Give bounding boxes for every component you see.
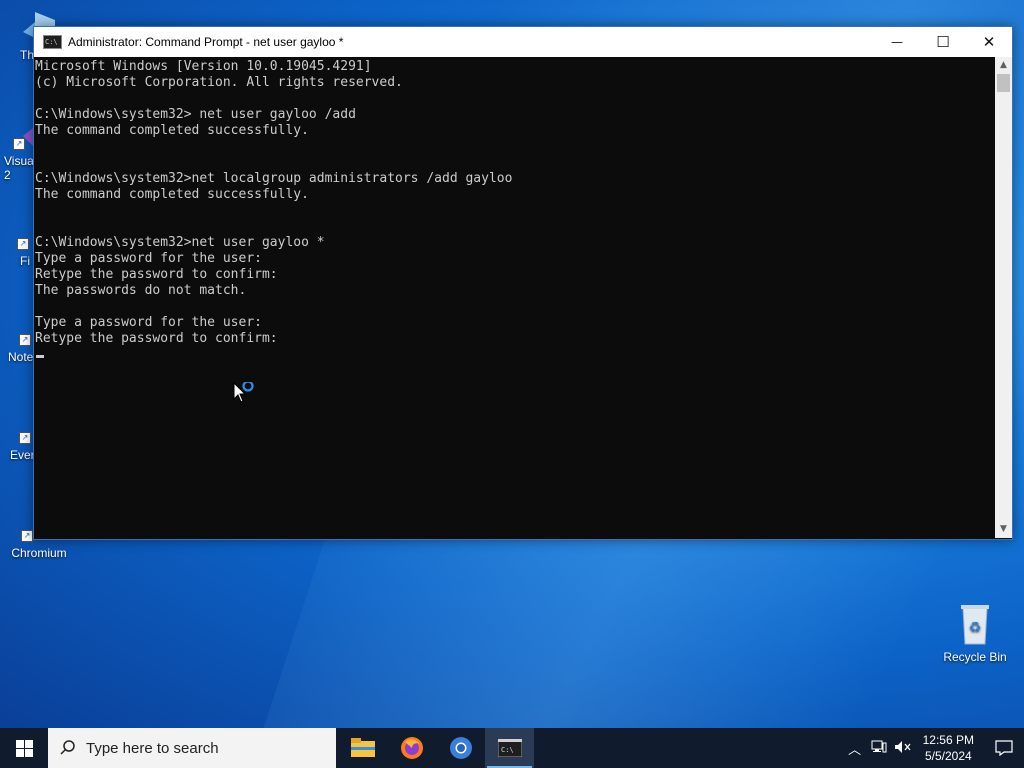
taskbar-command-prompt[interactable]: C:\ — [485, 728, 534, 768]
console-line: Retype the password to confirm: — [35, 331, 278, 346]
console-line: Type a password for the user: — [35, 315, 262, 330]
console-line: The command completed successfully. — [35, 123, 309, 138]
system-tray: ︿ 12:56 PM 5/5/2024 — [843, 728, 1024, 768]
svg-text:C:\: C:\ — [501, 746, 514, 754]
shortcut-arrow-icon: ↗ — [17, 238, 29, 250]
minimize-button[interactable]: — — [874, 27, 920, 57]
shortcut-arrow-icon: ↗ — [19, 432, 31, 444]
taskbar-clock[interactable]: 12:56 PM 5/5/2024 — [923, 732, 974, 764]
firefox-icon — [400, 737, 423, 759]
search-placeholder: Type here to search — [86, 739, 219, 757]
command-prompt-icon: C:\ — [497, 739, 522, 757]
network-icon[interactable] — [867, 740, 891, 757]
taskbar-chromium[interactable] — [436, 728, 485, 768]
scroll-thumb[interactable] — [997, 74, 1010, 92]
taskbar-file-explorer[interactable] — [338, 728, 387, 768]
chromium-icon — [449, 737, 472, 759]
text-cursor — [36, 355, 44, 358]
console-line: C:\Windows\system32> net user gayloo /ad… — [35, 107, 356, 122]
start-button[interactable] — [0, 728, 48, 768]
chevron-up-icon[interactable]: ︿ — [843, 739, 867, 758]
file-explorer-icon — [350, 738, 375, 757]
maximize-button[interactable]: ☐ — [920, 27, 966, 57]
shortcut-arrow-icon: ↗ — [19, 334, 31, 346]
volume-muted-icon[interactable] — [891, 740, 915, 757]
console-line: Retype the password to confirm: — [35, 267, 278, 282]
console-line: The passwords do not match. — [35, 283, 247, 298]
console-line: C:\Windows\system32>net user gayloo * — [35, 235, 325, 250]
mouse-pointer-busy-icon — [233, 380, 259, 410]
search-icon — [60, 740, 75, 755]
command-prompt-window[interactable]: C:\ Administrator: Command Prompt - net … — [33, 26, 1013, 540]
vertical-scrollbar[interactable]: ▲ ▼ — [995, 57, 1012, 538]
console-line: Type a password for the user: — [35, 251, 262, 266]
console-line: The command completed successfully. — [35, 187, 309, 202]
scroll-down-icon[interactable]: ▼ — [995, 521, 1012, 538]
taskbar: Type here to search C:\ ︿ 12:56 PM 5/5/2 — [0, 728, 1024, 768]
svg-text:♻: ♻ — [969, 620, 982, 636]
shortcut-arrow-icon: ↗ — [13, 138, 25, 150]
command-prompt-icon: C:\ — [43, 35, 62, 49]
desktop-icon-recycle-bin[interactable]: ♻ Recycle Bin — [940, 602, 1010, 664]
title-bar[interactable]: C:\ Administrator: Command Prompt - net … — [34, 27, 1012, 57]
clock-time: 12:56 PM — [922, 733, 974, 747]
action-center-button[interactable] — [984, 728, 1024, 768]
minimize-icon: — — [891, 35, 903, 49]
recycle-bin-icon: ♻ — [955, 602, 995, 646]
shortcut-arrow-icon: ↗ — [21, 530, 33, 542]
console-lines: Microsoft Windows [Version 10.0.19045.42… — [34, 59, 995, 347]
taskbar-firefox[interactable] — [387, 728, 436, 768]
desktop-icon-label: Chromium — [11, 546, 67, 560]
taskbar-search-box[interactable]: Type here to search — [48, 728, 336, 768]
notification-icon — [995, 740, 1013, 756]
maximize-icon: ☐ — [936, 33, 950, 51]
console-output[interactable]: Microsoft Windows [Version 10.0.19045.42… — [34, 57, 995, 538]
close-button[interactable]: ✕ — [966, 27, 1012, 57]
console-line: C:\Windows\system32>net localgroup admin… — [35, 171, 513, 186]
clock-date: 5/5/2024 — [924, 749, 972, 763]
window-title: Administrator: Command Prompt - net user… — [68, 35, 344, 49]
recycle-bin-label: Recycle Bin — [943, 650, 1007, 664]
console-line: (c) Microsoft Corporation. All rights re… — [35, 75, 403, 90]
console-line: Microsoft Windows [Version 10.0.19045.42… — [35, 59, 372, 74]
close-icon: ✕ — [982, 33, 996, 51]
windows-logo-icon — [15, 739, 33, 757]
scroll-up-icon[interactable]: ▲ — [995, 57, 1012, 74]
